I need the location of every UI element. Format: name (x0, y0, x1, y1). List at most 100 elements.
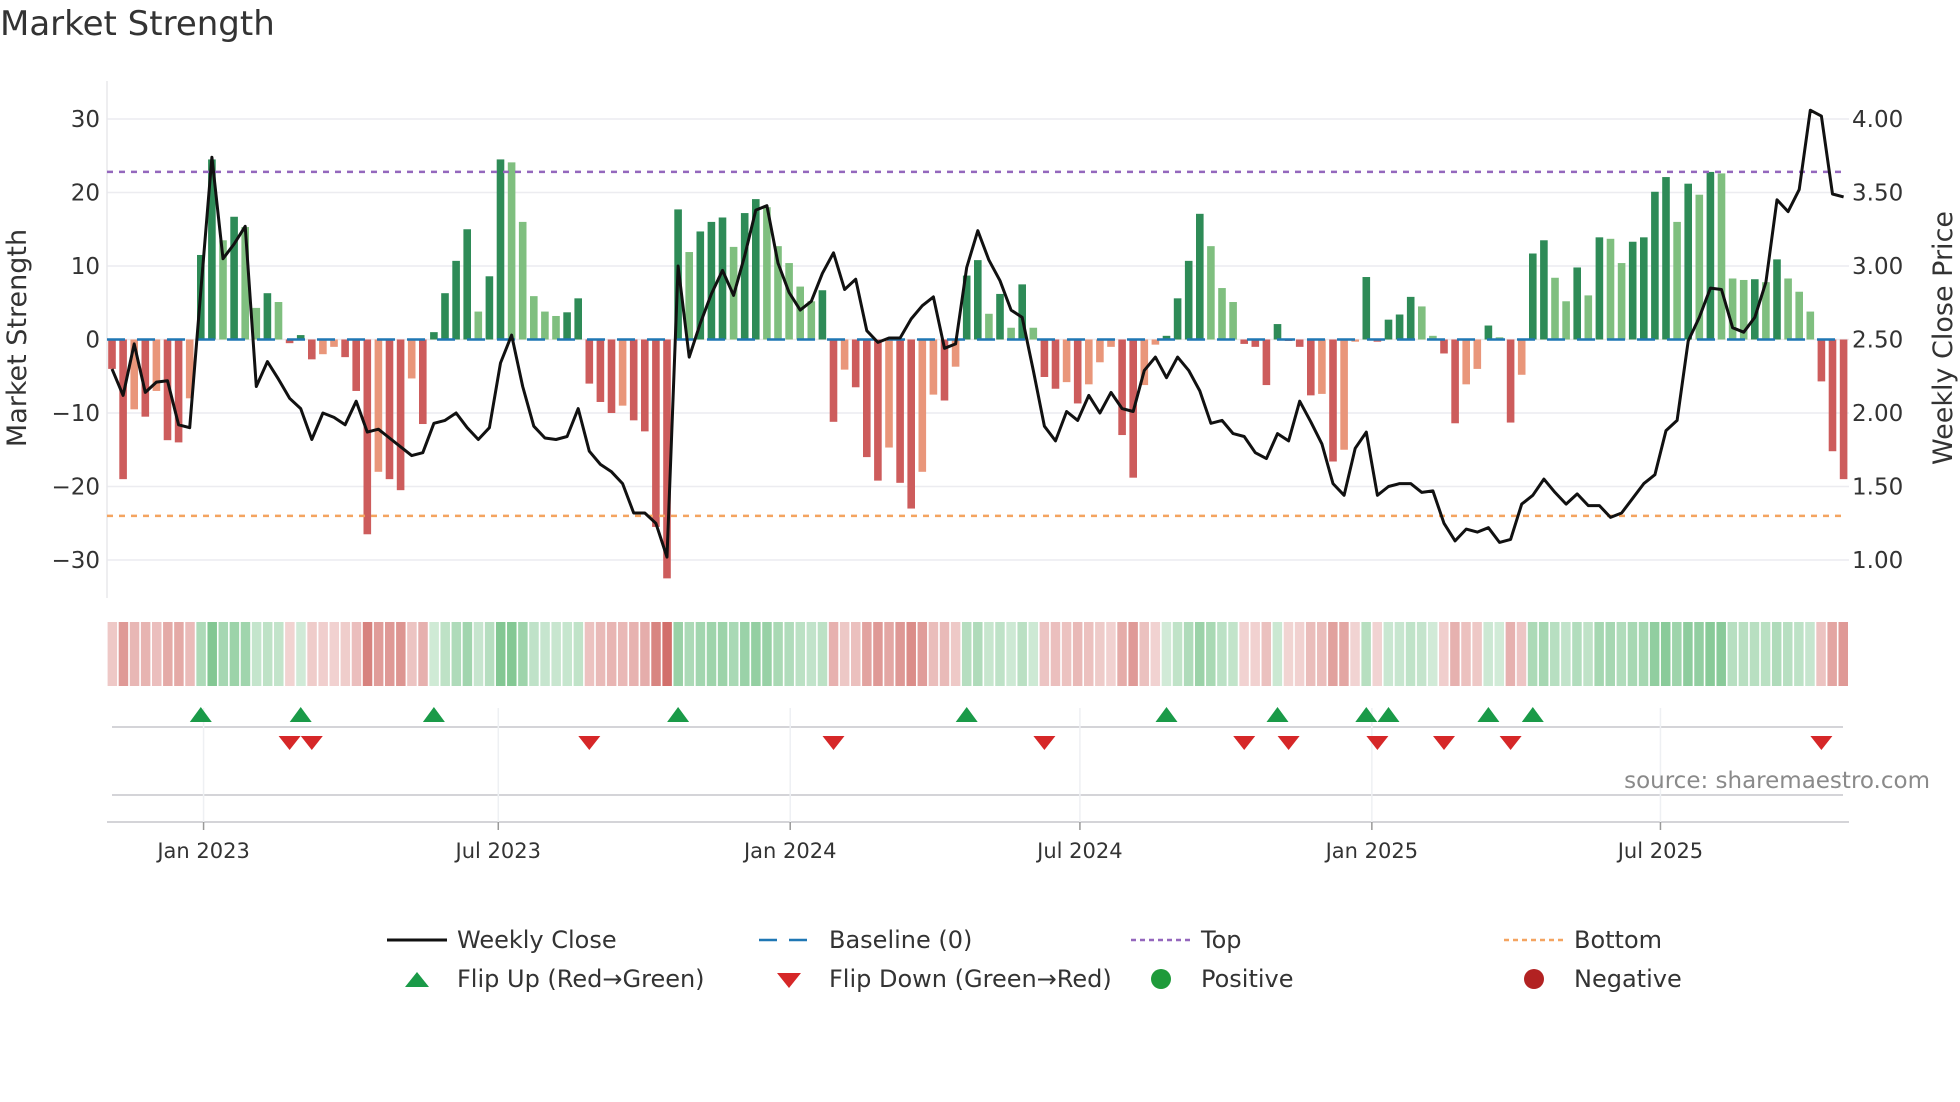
heat-strip-cell (950, 622, 961, 686)
heat-strip-cell (473, 622, 484, 686)
heat-strip-cell (1616, 622, 1627, 686)
strength-bar (1673, 221, 1681, 340)
strength-bar (707, 221, 716, 340)
legend-bottom[interactable]: Bottom (1504, 926, 1662, 954)
heat-strip-cell (684, 622, 695, 686)
x-tick-label: Jan 2023 (155, 839, 250, 863)
heat-strip-cell (1161, 622, 1172, 686)
heat-strip-cell (1783, 622, 1793, 686)
heat-strip-cell (540, 622, 550, 686)
strength-bar (1040, 339, 1049, 377)
flip-down-marker (578, 736, 601, 750)
heat-strip-cell (562, 622, 573, 686)
heat-strip-cell (1516, 622, 1527, 686)
strength-bar (108, 339, 116, 369)
heat-strip-cell (1439, 622, 1449, 686)
heat-strip-cell (751, 622, 761, 686)
strength-bar (1462, 339, 1470, 385)
strength-bar (274, 302, 283, 340)
strength-bar (1706, 171, 1715, 340)
strength-bar (1595, 237, 1604, 340)
strength-bar (1262, 339, 1271, 386)
strength-bar (563, 312, 571, 340)
x-tick-label: Jul 2023 (454, 839, 541, 863)
heat-strip-cell (784, 622, 794, 686)
heat-strip-cell (1683, 622, 1693, 686)
strength-bar (474, 311, 483, 340)
strength-bar (463, 229, 471, 340)
heat-strip-cell (1372, 622, 1382, 686)
strength-bar (1329, 339, 1337, 462)
strength-bar (1573, 267, 1581, 340)
heat-strip-cell (1538, 622, 1549, 686)
heat-strip-cell (1527, 622, 1538, 686)
heat-strip-cell (817, 622, 828, 686)
line-icon (387, 928, 447, 952)
heat-strip-cell (895, 622, 905, 686)
triangle-down-icon (759, 967, 819, 991)
heat-strip-cell (384, 622, 395, 686)
heat-strip-cell (451, 622, 462, 686)
heat-strip-cell (307, 622, 317, 686)
heat-strip-cell (1239, 622, 1249, 686)
heat-strip-cell (1283, 622, 1294, 686)
heat-strip-cell (1061, 622, 1072, 686)
strength-bar (1295, 339, 1304, 347)
heat-strip-cell (207, 622, 217, 686)
strength-bar (1051, 339, 1060, 389)
legend-top[interactable]: Top (1131, 926, 1242, 954)
strength-bar (874, 339, 882, 481)
flip-down-marker (822, 736, 845, 750)
heat-strip-cell (873, 622, 883, 686)
legend-label: Bottom (1574, 926, 1663, 954)
flip-up-marker (1355, 707, 1378, 722)
legend-flip-down[interactable]: Flip Down (Green→Red) (759, 965, 1112, 993)
heat-strip-cell (1638, 622, 1649, 686)
heat-strip-cell (961, 622, 972, 686)
strength-bar (452, 260, 460, 340)
strength-bar (1229, 302, 1237, 340)
strength-bar (308, 339, 316, 360)
strength-bar (1173, 298, 1182, 340)
strength-bar (1839, 339, 1848, 480)
strength-bar (652, 339, 660, 527)
strength-bar (1085, 339, 1093, 385)
heat-strip-cell (551, 622, 561, 686)
strength-bar (929, 339, 938, 395)
legend-positive[interactable]: Positive (1131, 965, 1294, 993)
y-tick-label: 0 (85, 328, 100, 354)
flip-down-marker (1810, 736, 1833, 750)
heat-strip-cell (629, 622, 639, 686)
heat-strip-cell (1838, 622, 1848, 686)
y-tick-label: −20 (51, 475, 100, 501)
heat-strip-cell (662, 622, 672, 686)
heat-strip-cell (1738, 622, 1749, 686)
legend-weekly-close[interactable]: Weekly Close (387, 926, 617, 954)
heat-strip-cell (1150, 622, 1161, 686)
heat-strip-cell (973, 622, 983, 686)
heat-strip-cell (285, 622, 295, 686)
strength-bar (1073, 339, 1082, 404)
heat-strip-cell (229, 622, 240, 686)
strength-bar (985, 313, 993, 340)
heat-strip-cell (129, 622, 140, 686)
legend-baseline[interactable]: Baseline (0) (759, 926, 972, 954)
legend-negative[interactable]: Negative (1504, 965, 1682, 993)
flip-up-marker (1266, 707, 1289, 722)
strength-bar (1384, 319, 1393, 340)
heat-strip-cell (1649, 622, 1660, 686)
strength-bar (1096, 339, 1104, 363)
heat-strip-cell (1405, 622, 1416, 686)
heat-strip-cell (1572, 622, 1582, 686)
dotted-line-icon (1131, 928, 1191, 952)
x-tick-label: Jan 2024 (742, 839, 837, 863)
legend-flip-up[interactable]: Flip Up (Red→Green) (387, 965, 705, 993)
heat-strip-cell (595, 622, 606, 686)
y-right-tick-label: 1.00 (1852, 548, 1903, 574)
heat-strip-cell (262, 622, 273, 686)
heat-strip-cell (1550, 622, 1560, 686)
heat-strip-cell (462, 622, 473, 686)
strength-bar (807, 301, 816, 340)
y-right-tick-label: 1.50 (1852, 475, 1903, 501)
heat-strip-cell (1294, 622, 1305, 686)
